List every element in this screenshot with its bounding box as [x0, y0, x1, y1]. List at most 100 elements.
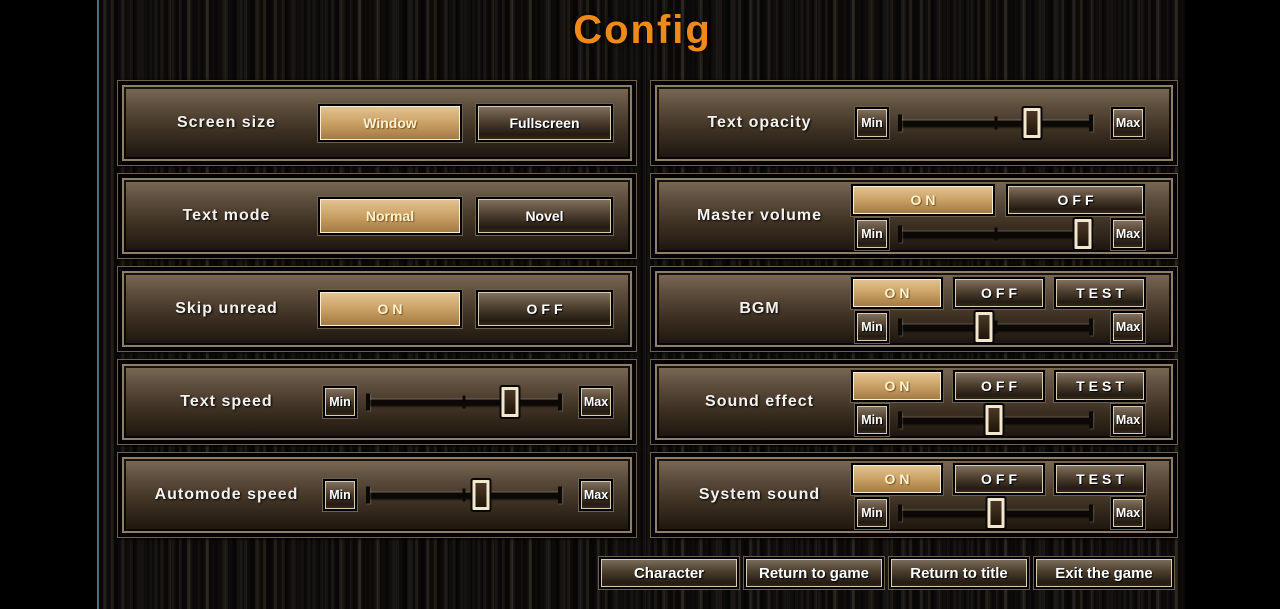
- slider-center-tick: [463, 396, 466, 409]
- panel-inner: BGM ON OFF TEST Min Max: [655, 271, 1173, 347]
- sound-effect-min-button[interactable]: Min: [857, 406, 887, 434]
- slider-right-cap: [1089, 412, 1093, 429]
- panel-inner: Master volume ON OFF Min Max: [655, 178, 1173, 254]
- system-sound-max-button[interactable]: Max: [1113, 499, 1143, 527]
- master-volume-min-button[interactable]: Min: [857, 220, 887, 248]
- fullscreen-button[interactable]: Fullscreen: [478, 106, 611, 140]
- panel-screen-size: Screen size Window Fullscreen: [117, 80, 637, 166]
- skip-unread-on-button[interactable]: ON: [320, 292, 460, 326]
- slider-left-cap: [366, 394, 370, 411]
- slider-center-tick: [994, 321, 997, 334]
- sound-effect-off-button[interactable]: OFF: [955, 372, 1043, 400]
- exit-the-game-button[interactable]: Exit the game: [1036, 559, 1172, 587]
- slider-right-cap: [558, 394, 562, 411]
- slider-left-cap: [898, 412, 902, 429]
- text-mode-label: Text mode: [129, 180, 324, 252]
- window-button[interactable]: Window: [320, 106, 460, 140]
- slider-left-cap: [898, 115, 902, 132]
- panel-inner: Automode speed Min Max: [122, 457, 632, 533]
- slider-center-tick: [994, 117, 997, 130]
- master-volume-slider[interactable]: [900, 219, 1091, 249]
- slider-right-cap: [558, 487, 562, 504]
- automode-speed-slider[interactable]: [368, 480, 560, 510]
- text-speed-label: Text speed: [129, 366, 324, 438]
- return-to-title-button[interactable]: Return to title: [891, 559, 1027, 587]
- master-volume-on-button[interactable]: ON: [853, 186, 993, 214]
- panel-text-opacity: Text opacity Min Max: [650, 80, 1178, 166]
- panel-text-mode: Text mode Normal Novel: [117, 173, 637, 259]
- sound-effect-on-button[interactable]: ON: [853, 372, 941, 400]
- panel-inner: Text speed Min Max: [122, 364, 632, 440]
- automode-speed-label: Automode speed: [129, 459, 324, 531]
- bgm-max-button[interactable]: Max: [1113, 313, 1143, 341]
- panel-text-speed: Text speed Min Max: [117, 359, 637, 445]
- system-sound-label: System sound: [662, 459, 857, 531]
- sound-effect-slider-handle[interactable]: [985, 405, 1002, 435]
- text-opacity-max-button[interactable]: Max: [1113, 109, 1143, 137]
- panel-system-sound: System sound ON OFF TEST Min Max: [650, 452, 1178, 538]
- panel-inner: System sound ON OFF TEST Min Max: [655, 457, 1173, 533]
- panel-inner: Screen size Window Fullscreen: [122, 85, 632, 161]
- master-volume-slider-handle[interactable]: [1075, 219, 1092, 249]
- text-speed-slider[interactable]: [368, 387, 560, 417]
- bgm-test-button[interactable]: TEST: [1056, 279, 1144, 307]
- system-sound-slider-handle[interactable]: [987, 498, 1004, 528]
- text-opacity-slider[interactable]: [900, 108, 1091, 138]
- screen-size-label: Screen size: [129, 87, 324, 159]
- skip-unread-off-button[interactable]: OFF: [478, 292, 611, 326]
- slider-center-tick: [463, 489, 466, 502]
- bgm-min-button[interactable]: Min: [857, 313, 887, 341]
- panel-inner: Text mode Normal Novel: [122, 178, 632, 254]
- master-volume-label: Master volume: [662, 180, 857, 252]
- system-sound-slider[interactable]: [900, 498, 1091, 528]
- config-screen: Config Screen size Window Fullscreen Tex…: [100, 0, 1185, 609]
- panel-inner: Skip unread ON OFF: [122, 271, 632, 347]
- slider-left-cap: [366, 487, 370, 504]
- panel-automode-speed: Automode speed Min Max: [117, 452, 637, 538]
- text-speed-max-button[interactable]: Max: [581, 388, 611, 416]
- bgm-slider-handle[interactable]: [976, 312, 993, 342]
- return-to-game-button[interactable]: Return to game: [746, 559, 882, 587]
- system-sound-min-button[interactable]: Min: [857, 499, 887, 527]
- sound-effect-slider[interactable]: [900, 405, 1091, 435]
- novel-button[interactable]: Novel: [478, 199, 611, 233]
- automode-speed-min-button[interactable]: Min: [325, 481, 355, 509]
- text-speed-min-button[interactable]: Min: [325, 388, 355, 416]
- slider-left-cap: [898, 319, 902, 336]
- automode-speed-slider-handle[interactable]: [473, 480, 490, 510]
- master-volume-off-button[interactable]: OFF: [1008, 186, 1143, 214]
- system-sound-on-button[interactable]: ON: [853, 465, 941, 493]
- panel-master-volume: Master volume ON OFF Min Max: [650, 173, 1178, 259]
- bgm-slider[interactable]: [900, 312, 1091, 342]
- slider-right-cap: [1089, 505, 1093, 522]
- panel-inner: Text opacity Min Max: [655, 85, 1173, 161]
- system-sound-off-button[interactable]: OFF: [955, 465, 1043, 493]
- bgm-on-button[interactable]: ON: [853, 279, 941, 307]
- panel-inner: Sound effect ON OFF TEST Min Max: [655, 364, 1173, 440]
- text-speed-slider-handle[interactable]: [502, 387, 519, 417]
- character-button[interactable]: Character: [601, 559, 737, 587]
- slider-right-cap: [1089, 319, 1093, 336]
- master-volume-max-button[interactable]: Max: [1113, 220, 1143, 248]
- bgm-label: BGM: [662, 273, 857, 345]
- sound-effect-label: Sound effect: [662, 366, 857, 438]
- panel-bgm: BGM ON OFF TEST Min Max: [650, 266, 1178, 352]
- automode-speed-max-button[interactable]: Max: [581, 481, 611, 509]
- page-title: Config: [100, 8, 1185, 53]
- text-opacity-min-button[interactable]: Min: [857, 109, 887, 137]
- window-edge-line: [97, 0, 99, 609]
- sound-effect-max-button[interactable]: Max: [1113, 406, 1143, 434]
- panel-sound-effect: Sound effect ON OFF TEST Min Max: [650, 359, 1178, 445]
- text-opacity-label: Text opacity: [662, 87, 857, 159]
- system-sound-test-button[interactable]: TEST: [1056, 465, 1144, 493]
- slider-left-cap: [898, 505, 902, 522]
- bgm-off-button[interactable]: OFF: [955, 279, 1043, 307]
- slider-center-tick: [994, 228, 997, 241]
- text-opacity-slider-handle[interactable]: [1023, 108, 1040, 138]
- sound-effect-test-button[interactable]: TEST: [1056, 372, 1144, 400]
- normal-button[interactable]: Normal: [320, 199, 460, 233]
- skip-unread-label: Skip unread: [129, 273, 324, 345]
- panel-skip-unread: Skip unread ON OFF: [117, 266, 637, 352]
- slider-right-cap: [1089, 115, 1093, 132]
- slider-left-cap: [898, 226, 902, 243]
